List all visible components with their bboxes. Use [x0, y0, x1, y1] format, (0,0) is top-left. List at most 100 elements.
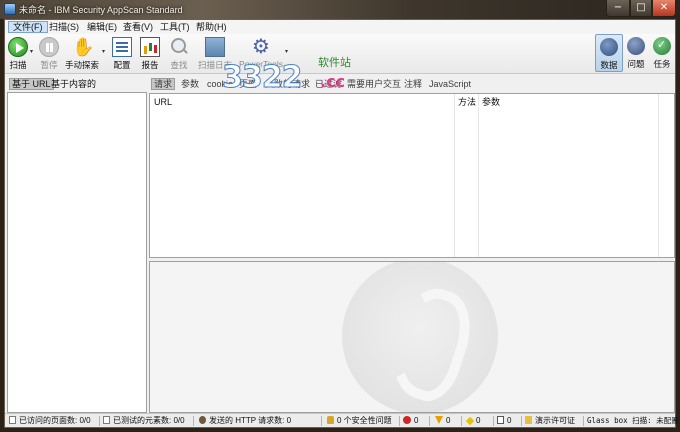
info-count-text: 0 — [507, 416, 512, 425]
toolbar: 扫描 ▾ 暂停 ✋ 手动探索 ▾ 配置 报告 查找 扫描日志 ⚙ PowerTo… — [5, 34, 675, 74]
view-data-button[interactable]: 数据 — [595, 34, 623, 72]
column-divider[interactable] — [478, 94, 479, 257]
request-grid[interactable]: URL 方法 参数 — [149, 93, 675, 258]
tab-comments[interactable]: 注释 — [402, 78, 424, 90]
report-button[interactable]: 报告 — [139, 34, 161, 72]
column-header-method[interactable]: 方法 — [458, 96, 476, 108]
tab-failed-requests[interactable]: 失败的请求 — [263, 78, 312, 90]
report-icon — [140, 37, 160, 57]
high-count-text: 0 — [414, 416, 419, 425]
status-divider — [493, 416, 494, 426]
menu-help[interactable]: 帮助(H) — [192, 21, 231, 33]
status-divider — [399, 416, 400, 426]
status-security-issues: 0 个安全性问题 — [327, 415, 392, 427]
requests-icon — [199, 416, 206, 424]
tab-url-based[interactable]: 基于 URL — [9, 78, 54, 90]
column-header-parameters[interactable]: 参数 — [482, 96, 500, 108]
play-icon — [8, 37, 28, 57]
scan-log-button[interactable]: 扫描日志 — [195, 34, 235, 72]
view-issues-button[interactable]: 问题 — [622, 34, 650, 72]
hand-icon: ✋ — [72, 37, 95, 57]
config-button[interactable]: 配置 — [111, 34, 133, 72]
tab-cookies[interactable]: cookie — [205, 78, 235, 90]
manual-explore-label: 手动探索 — [65, 60, 100, 70]
appscan-app-icon[interactable] — [4, 3, 16, 15]
close-button[interactable]: ✕ — [652, 0, 676, 17]
medium-severity-icon — [435, 416, 443, 424]
status-medium-count: 0 — [435, 415, 450, 427]
status-divider — [193, 416, 194, 426]
tested-elements-text: 已测试的元素数: 0/0 — [113, 416, 185, 425]
find-button[interactable]: 查找 — [168, 34, 190, 72]
menu-view[interactable]: 查看(V) — [119, 21, 157, 33]
tab-requests[interactable]: 请求 — [151, 78, 176, 90]
status-glass-box: Glass box 扫描: 未配置 — [587, 416, 679, 425]
detail-pane — [149, 261, 675, 413]
low-count-text: 0 — [476, 416, 481, 425]
tab-user-interaction[interactable]: 需要用户交互 — [345, 78, 403, 90]
menu-file[interactable]: 文件(F) — [8, 21, 48, 33]
security-issues-text: 0 个安全性问题 — [337, 416, 392, 425]
scan-dropdown-icon[interactable]: ▾ — [30, 48, 33, 55]
magnifier-icon — [169, 37, 189, 57]
right-tabs: 请求 参数 cookie 页面 失败的请求 已过滤 需要用户交互 注释 Java… — [149, 76, 675, 92]
scan-log-label: 扫描日志 — [197, 60, 232, 70]
lock-icon — [627, 37, 645, 55]
minimize-button[interactable]: − — [606, 0, 630, 17]
tab-pages[interactable]: 页面 — [237, 78, 259, 90]
status-divider — [99, 416, 100, 426]
http-requests-text: 发送的 HTTP 请求数: 0 — [209, 416, 292, 425]
power-tools-button[interactable]: ⚙ PowerTools — [239, 34, 283, 72]
menu-bar: 文件(F) 扫描(S) 编辑(E) 查看(V) 工具(T) 帮助(H) — [5, 20, 675, 34]
info-icon — [497, 416, 504, 424]
status-info-count: 0 — [497, 415, 511, 427]
config-label: 配置 — [113, 60, 131, 70]
power-tools-dropdown-icon[interactable]: ▾ — [285, 48, 288, 55]
view-tasks-label: 任务 — [653, 59, 671, 69]
log-icon — [205, 37, 225, 57]
low-severity-icon — [465, 416, 475, 426]
config-icon — [112, 37, 132, 57]
page-icon — [9, 416, 16, 424]
status-divider — [521, 416, 522, 426]
scan-button[interactable]: 扫描 — [7, 34, 29, 72]
menu-scan[interactable]: 扫描(S) — [45, 21, 83, 33]
column-divider[interactable] — [454, 94, 455, 257]
view-tasks-button[interactable]: 任务 — [648, 34, 676, 72]
tab-content-based[interactable]: 基于内容的 — [49, 78, 98, 90]
report-label: 报告 — [141, 60, 159, 70]
medium-count-text: 0 — [446, 416, 451, 425]
lock-icon — [327, 416, 334, 424]
scan-label: 扫描 — [9, 60, 27, 70]
power-tools-label: PowerTools — [239, 59, 283, 69]
pause-button[interactable]: 暂停 — [38, 34, 60, 72]
pause-icon — [39, 37, 59, 57]
column-header-url[interactable]: URL — [154, 96, 172, 108]
window-title: 未命名 - IBM Security AppScan Standard — [19, 5, 183, 15]
left-tabs: 基于 URL 基于内容的 — [7, 76, 147, 92]
maximize-button[interactable]: □ — [630, 0, 652, 17]
status-high-count: 0 — [403, 415, 418, 427]
left-panel: 基于 URL 基于内容的 — [7, 76, 147, 413]
certificate-icon — [525, 416, 532, 424]
tab-javascript[interactable]: JavaScript — [427, 78, 473, 90]
status-license[interactable]: 演示许可证 — [525, 415, 575, 427]
right-panel: 请求 参数 cookie 页面 失败的请求 已过滤 需要用户交互 注释 Java… — [149, 76, 675, 413]
view-issues-label: 问题 — [627, 59, 645, 69]
status-divider — [321, 416, 322, 426]
visited-pages-text: 已访问的页面数: 0/0 — [19, 416, 91, 425]
status-visited-pages: 已访问的页面数: 0/0 — [9, 415, 91, 427]
element-icon — [103, 416, 110, 424]
column-divider[interactable] — [658, 94, 659, 257]
url-tree[interactable] — [7, 92, 147, 413]
status-divider — [429, 416, 430, 426]
manual-explore-button[interactable]: ✋ 手动探索 — [65, 34, 99, 72]
explore-dropdown-icon[interactable]: ▾ — [102, 48, 105, 55]
menu-tools[interactable]: 工具(T) — [156, 21, 194, 33]
menu-edit[interactable]: 编辑(E) — [83, 21, 121, 33]
tab-parameters[interactable]: 参数 — [179, 78, 201, 90]
tab-filtered[interactable]: 已过滤 — [313, 78, 344, 90]
find-label: 查找 — [170, 60, 188, 70]
status-divider — [461, 416, 462, 426]
checkmark-icon — [653, 37, 671, 55]
